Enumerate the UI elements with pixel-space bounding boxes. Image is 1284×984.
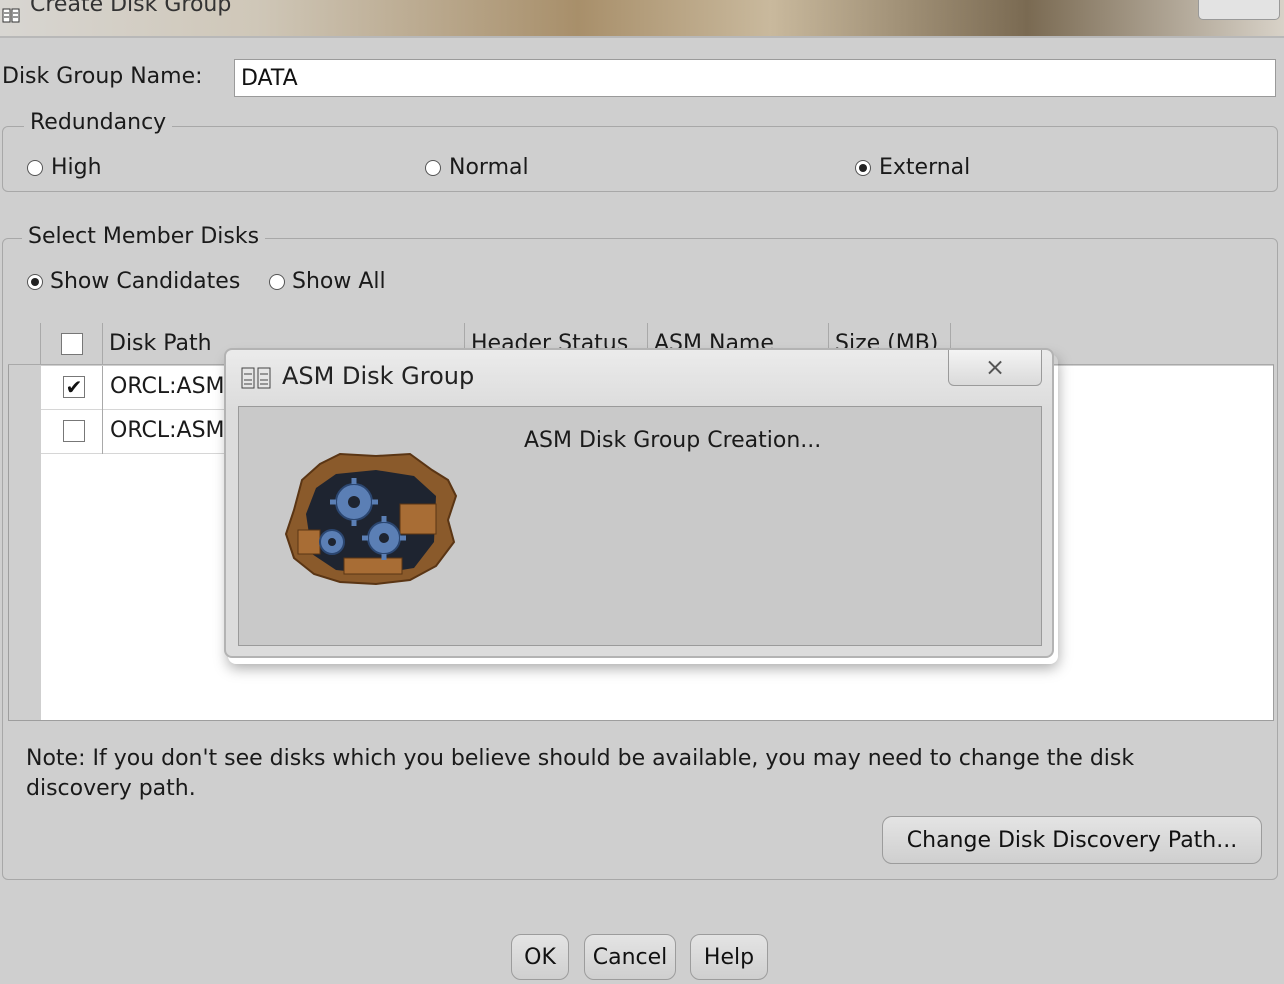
radio-show-candidates-label[interactable]: Show Candidates [50, 269, 240, 294]
dialog-message: ASM Disk Group Creation... [524, 428, 822, 453]
row-header-corner [8, 323, 41, 365]
redundancy-group [2, 126, 1278, 192]
database-icon [241, 367, 271, 389]
disk-path-cell: ORCL:ASM [110, 418, 225, 443]
radio-high-label[interactable]: High [51, 155, 102, 180]
dialog-title: ASM Disk Group [282, 362, 475, 390]
window-close-button[interactable] [1198, 0, 1280, 20]
radio-external[interactable] [855, 160, 871, 176]
help-button[interactable]: Help [690, 934, 768, 980]
change-discovery-path-button[interactable]: Change Disk Discovery Path... [882, 816, 1262, 864]
disk-group-name-label: Disk Group Name: [2, 64, 203, 89]
member-disks-legend: Select Member Disks [22, 224, 266, 249]
dialog-close-button[interactable]: ⨯ [948, 350, 1042, 386]
row-checkbox[interactable]: ✔ [63, 376, 85, 398]
gears-progress-icon [284, 452, 458, 586]
cancel-button[interactable]: Cancel [584, 934, 676, 980]
radio-normal[interactable] [425, 160, 441, 176]
disk-group-name-input[interactable] [234, 59, 1276, 97]
database-icon [2, 8, 20, 23]
window-title-bar: Create Disk Group [0, 0, 1284, 38]
radio-show-candidates[interactable] [27, 274, 43, 290]
window-title: Create Disk Group [30, 0, 232, 17]
radio-external-label[interactable]: External [879, 155, 970, 180]
row-checkbox[interactable] [63, 420, 85, 442]
radio-high[interactable] [27, 160, 43, 176]
disk-path-cell: ORCL:ASM [110, 374, 225, 399]
select-all-checkbox[interactable] [61, 333, 83, 355]
redundancy-legend: Redundancy [24, 110, 173, 135]
ok-button[interactable]: OK [511, 934, 569, 980]
radio-show-all[interactable] [269, 274, 285, 290]
select-all-header[interactable] [41, 323, 103, 365]
discovery-note: Note: If you don't see disks which you b… [26, 746, 1135, 801]
radio-show-all-label[interactable]: Show All [292, 269, 386, 294]
radio-normal-label[interactable]: Normal [449, 155, 529, 180]
